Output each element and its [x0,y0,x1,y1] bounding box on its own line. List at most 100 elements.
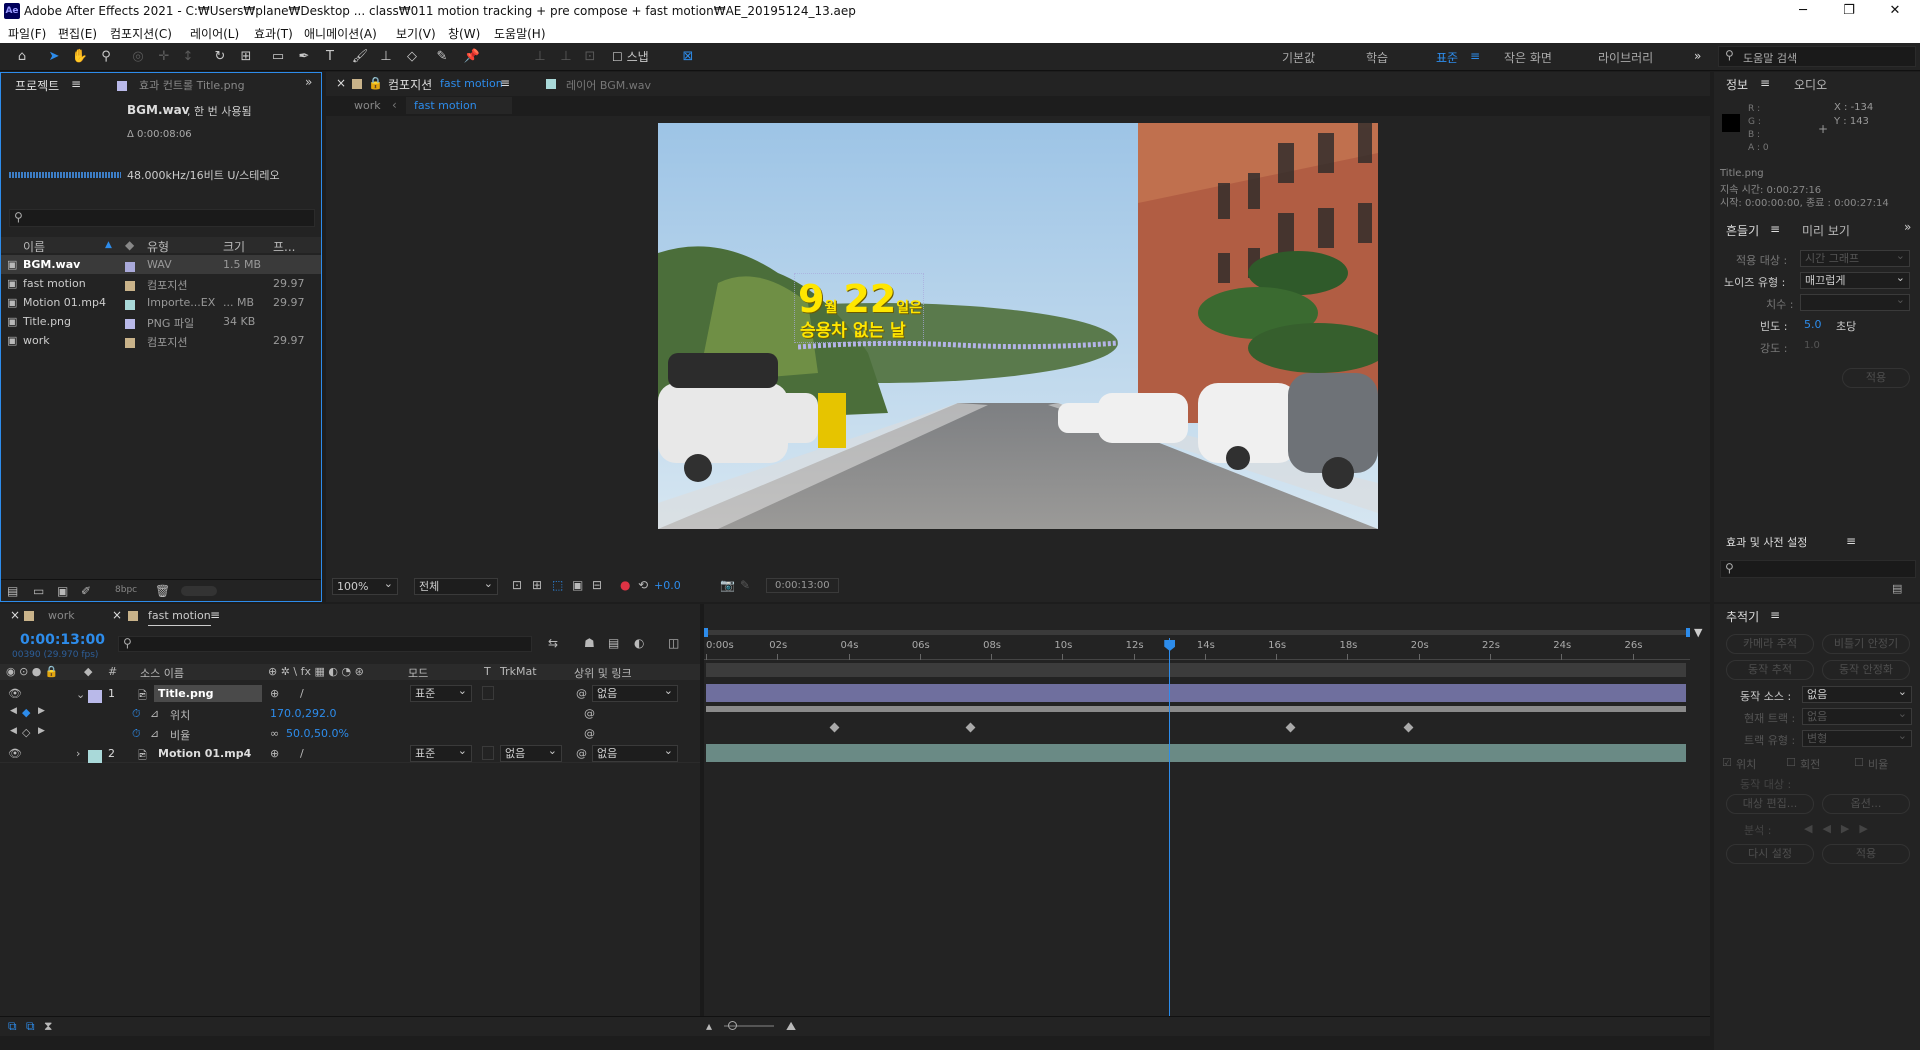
tab-audio[interactable]: 오디오 [1794,76,1827,93]
blend-mode-dropdown[interactable]: 표준 [410,683,472,702]
sort-ascending-icon[interactable]: ▲ [105,240,112,250]
new-composition-icon[interactable]: ▣ [57,584,68,598]
stopwatch-icon[interactable]: ⏱ [132,707,141,721]
current-track-dropdown[interactable]: 없음 [1802,706,1912,725]
layer-expand-chevron-icon[interactable]: › [76,747,80,760]
close-tab-icon[interactable]: × [336,76,346,90]
close-tab-icon[interactable]: × [112,608,122,622]
timeline-timecode[interactable]: 0:00:13:00 [20,632,105,648]
col-parent-link[interactable]: 상위 및 링크 [574,665,632,681]
workspace-default[interactable]: 기본값 [1282,49,1315,66]
comp-mini-flowchart-icon[interactable]: ⇆ [548,636,558,650]
pickwhip-icon[interactable]: @ [584,727,595,740]
workspace-learn[interactable]: 학습 [1366,49,1388,66]
work-area-start-handle[interactable] [704,628,708,637]
thumbnail-slider[interactable] [181,586,217,596]
options-button[interactable]: 옵션... [1822,794,1910,814]
timeline-search-input[interactable]: ⚲ [118,636,532,652]
tab-info[interactable]: 정보 [1726,76,1748,93]
tab-tracker[interactable]: 추적기 [1726,608,1759,625]
composition-canvas[interactable]: 9월 22일은 승용차 없는 날 [658,123,1378,529]
menu-file[interactable]: 파일(F) [8,25,46,42]
track-motion-button[interactable]: 동작 추적 [1726,660,1814,680]
close-button[interactable]: ✕ [1872,0,1918,22]
project-menu-icon[interactable]: ≡ [71,77,81,91]
next-keyframe-icon[interactable]: ▶ [38,706,45,716]
render-time-icon[interactable]: ⧗ [44,1019,52,1034]
constrain-proportions-icon[interactable]: ∞ [270,727,279,740]
effects-menu-icon[interactable]: ≡ [1846,534,1856,548]
bit-depth-button[interactable]: 8bpc [115,585,137,595]
stopwatch-icon[interactable]: ⏱ [132,727,141,741]
scale-keyframe[interactable] [1403,722,1414,733]
layer-row-1[interactable]: 👁 ⌄ 1 🖻 Title.png ⊕ / 표준 @ 없음 [0,683,700,703]
layer-switches-toggle-icon[interactable]: ⧉ [8,1019,17,1034]
parent-dropdown[interactable]: 없음 [592,683,678,702]
new-preset-icon[interactable]: ▤ [1892,582,1902,595]
time-ruler[interactable]: 0:00s 02s 04s 06s 08s 10s 12s 14s 16s 18s 20s 22s 24… [704,638,1690,660]
tab-timeline-work[interactable]: work [48,609,75,622]
playhead[interactable] [1169,638,1171,1036]
workspace-small-screen[interactable]: 작은 화면 [1504,49,1552,66]
project-search-input[interactable]: ⚲ [9,209,315,227]
work-area-end-handle[interactable] [1686,628,1690,637]
layer-row-2[interactable]: 👁 › 2 🖻 Motion 01.mp4 ⊕ / 표준 없음 @ 없음 [0,743,700,763]
crumb-work[interactable]: work [354,99,381,112]
mask-visibility-icon[interactable]: ⬚ [552,578,563,592]
workspace-expand-icon[interactable]: » [1694,49,1701,63]
menu-help[interactable]: 도움말(H) [494,25,546,42]
layer-name[interactable]: Motion 01.mp4 [158,747,251,760]
rotation-checkbox-icon[interactable]: ☐ [1786,756,1796,769]
project-item[interactable]: ▣ fast motion 컴포지션 29.97 [1,274,321,293]
workspace-menu-icon[interactable]: ≡ [1470,49,1480,63]
fast-previews-icon[interactable]: ⊡ [512,578,522,592]
view-axis-icon[interactable]: ⊡ [580,47,600,67]
prev-keyframe-icon[interactable]: ◀ [10,706,17,716]
adjust-settings-icon[interactable]: ✐ [81,584,91,598]
visibility-eye-icon[interactable]: 👁 [8,747,22,760]
col-size[interactable]: 크기 [223,238,245,255]
local-axis-icon[interactable]: ⊥ [530,47,550,67]
magnitude-value[interactable]: 1.0 [1804,340,1820,351]
tab-project[interactable]: 프로젝트 [15,77,59,94]
scale-keyframe[interactable] [965,722,976,733]
stabilize-motion-button[interactable]: 동작 안정화 [1822,660,1910,680]
hand-tool-icon[interactable]: ✋ [70,47,90,67]
project-item[interactable]: ▣ BGM.wav WAV 1.5 MB [1,255,321,274]
motion-blur-icon[interactable]: ◐ [634,636,644,650]
anchor-tool-icon[interactable]: ⊞ [236,47,256,67]
blend-mode-dropdown[interactable]: 표준 [410,743,472,762]
region-of-interest-icon[interactable]: ▣ [572,578,583,592]
wiggler-apply-button[interactable]: 적용 [1842,368,1910,388]
prev-keyframe-icon[interactable]: ◀ [10,726,17,736]
eraser-tool-icon[interactable]: ◇ [402,47,422,67]
zoom-out-icon[interactable]: ▴ [706,1019,712,1033]
frequency-value[interactable]: 5.0 [1804,318,1822,331]
scale-checkbox-icon[interactable]: ☐ [1854,756,1864,769]
info-menu-icon[interactable]: ≡ [1760,76,1770,90]
selection-tool-icon[interactable]: ➤ [44,47,64,67]
quality-switch-icon[interactable]: / [300,687,304,700]
brush-tool-icon[interactable]: 🖌 [350,47,370,67]
menu-window[interactable]: 창(W) [448,25,480,42]
add-keyframe-icon[interactable]: ◇ [22,726,30,739]
minimize-button[interactable]: ─ [1780,0,1826,22]
track-camera-button[interactable]: 카메라 추적 [1726,634,1814,654]
zoom-in-icon[interactable]: ⛰ [786,1019,796,1034]
pickwhip-icon[interactable]: @ [584,707,595,720]
rotation-tool-icon[interactable]: ↻ [210,47,230,67]
warp-stabilizer-button[interactable]: 비틀기 안정기 [1822,634,1910,654]
wiggler-menu-icon[interactable]: ≡ [1770,222,1780,236]
channel-icon[interactable]: ● [620,578,630,592]
grid-guides-icon[interactable]: ⊟ [592,578,602,592]
parent-dropdown[interactable]: 없음 [592,743,678,762]
scale-keyframe[interactable] [829,722,840,733]
comp-marker-bin-icon[interactable]: ▼ [1694,626,1702,639]
pan-camera-icon[interactable]: ✛ [154,47,174,67]
dimension-dropdown[interactable] [1800,292,1910,311]
tracker-menu-icon[interactable]: ≡ [1770,608,1780,622]
panel-expand-icon[interactable]: » [305,75,312,89]
layer-2-duration-bar[interactable] [706,744,1686,762]
col-source-name[interactable]: 소스 이름 [140,665,184,681]
clone-stamp-icon[interactable]: ⊥ [376,47,396,67]
